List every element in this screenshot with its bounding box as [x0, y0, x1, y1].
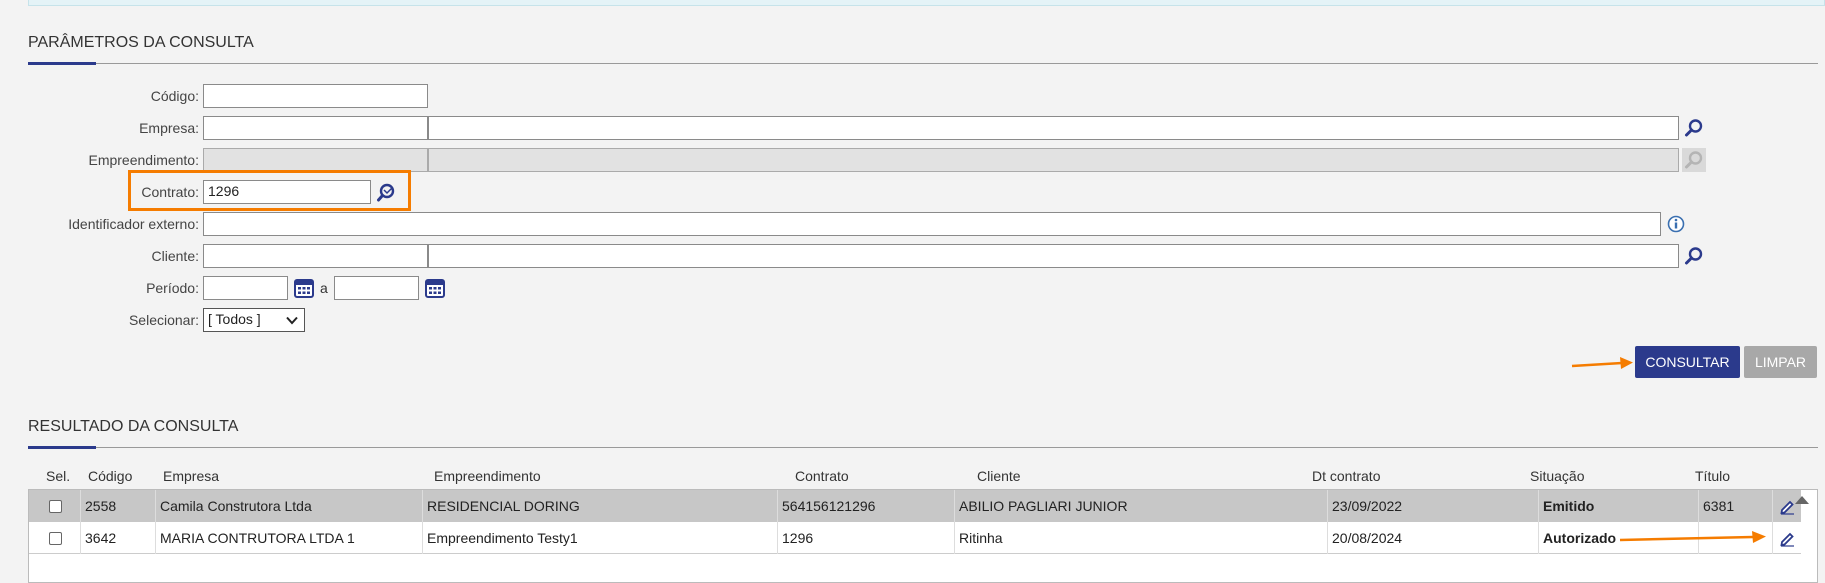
params-title-text: PARÂMETROS DA CONSULTA [28, 34, 254, 51]
contrato-search-icon[interactable] [375, 180, 399, 204]
selecionar-select[interactable]: [ Todos ] [203, 308, 305, 332]
cliente-label: Cliente: [151, 248, 199, 264]
info-icon[interactable] [1664, 212, 1688, 236]
cell-cliente: Ritinha [954, 522, 1327, 554]
codigo-label: Código: [150, 88, 199, 104]
cell-codigo: 3642 [80, 522, 155, 554]
title-accent [28, 62, 96, 65]
empreendimento-search-icon [1682, 148, 1706, 172]
cell-codigo: 2558 [80, 490, 155, 522]
selecionar-label: Selecionar: [128, 312, 199, 328]
empresa-name-input[interactable] [428, 116, 1679, 140]
empreendimento-label: Empreendimento: [88, 152, 199, 168]
arrow-annotation [1619, 531, 1766, 543]
empresa-code-input[interactable] [203, 116, 428, 140]
calendar-icon[interactable] [423, 276, 447, 300]
cell-cliente: ABILIO PAGLIARI JUNIOR [954, 490, 1327, 522]
limpar-button[interactable]: LIMPAR [1744, 346, 1817, 378]
empresa-search-icon[interactable] [1682, 116, 1706, 140]
cell-empresa: MARIA CONTRUTORA LTDA 1 [155, 522, 422, 554]
periodo-fim-input[interactable] [334, 276, 419, 300]
results-section-title: RESULTADO DA CONSULTA [28, 418, 1818, 449]
col-header-sel: Sel. [46, 468, 71, 484]
col-header-empreendimento[interactable]: Empreendimento [434, 468, 541, 484]
cell-empreendimento: RESIDENCIAL DORING [422, 490, 777, 522]
cell-empresa: Camila Construtora Ltda [155, 490, 422, 522]
empresa-label: Empresa: [139, 120, 199, 136]
cell-dt-contrato: 20/08/2024 [1327, 522, 1538, 554]
table-row[interactable]: 2558 Camila Construtora Ltda RESIDENCIAL… [29, 490, 1801, 522]
periodo-separator: a [320, 280, 328, 296]
cliente-search-icon[interactable] [1682, 244, 1706, 268]
contrato-label: Contrato: [141, 184, 199, 200]
cell-contrato: 564156121296 [777, 490, 954, 522]
calendar-icon[interactable] [292, 276, 316, 300]
cell-situacao: Emitido [1538, 490, 1698, 522]
codigo-input[interactable] [203, 84, 428, 108]
col-header-situacao[interactable]: Situação [1530, 468, 1584, 484]
info-banner [28, 0, 1825, 6]
cliente-name-input[interactable] [428, 244, 1679, 268]
scroll-up-icon[interactable] [1795, 496, 1809, 504]
params-section-title: PARÂMETROS DA CONSULTA [28, 34, 1818, 65]
results-title-text: RESULTADO DA CONSULTA [28, 418, 239, 435]
cell-empreendimento: Empreendimento Testy1 [422, 522, 777, 554]
periodo-inicio-input[interactable] [203, 276, 288, 300]
identificador-input[interactable] [203, 212, 1661, 236]
contrato-input[interactable]: 1296 [203, 180, 371, 204]
col-header-titulo[interactable]: Título [1695, 468, 1730, 484]
identificador-label: Identificador externo: [68, 216, 199, 232]
consultar-button[interactable]: CONSULTAR [1635, 346, 1740, 378]
title-accent [28, 446, 96, 449]
row-select-checkbox[interactable] [49, 500, 62, 513]
col-header-codigo[interactable]: Código [88, 468, 132, 484]
empreendimento-name-input [428, 148, 1679, 172]
col-header-dt-contrato[interactable]: Dt contrato [1312, 468, 1380, 484]
periodo-label: Período: [146, 280, 199, 296]
col-header-empresa[interactable]: Empresa [163, 468, 219, 484]
edit-icon[interactable] [1772, 522, 1801, 554]
edit-icon[interactable] [1772, 490, 1801, 522]
row-select-checkbox[interactable] [49, 532, 62, 545]
arrow-annotation [1571, 357, 1633, 369]
col-header-contrato[interactable]: Contrato [795, 468, 849, 484]
cell-dt-contrato: 23/09/2022 [1327, 490, 1538, 522]
cell-contrato: 1296 [777, 522, 954, 554]
empreendimento-code-input [203, 148, 428, 172]
results-table: 2558 Camila Construtora Ltda RESIDENCIAL… [28, 489, 1818, 583]
chevron-down-icon [286, 316, 298, 325]
cliente-code-input[interactable] [203, 244, 428, 268]
selecionar-value: [ Todos ] [208, 311, 261, 327]
col-header-cliente[interactable]: Cliente [977, 468, 1021, 484]
table-row[interactable]: 3642 MARIA CONTRUTORA LTDA 1 Empreendime… [29, 522, 1801, 554]
cell-titulo: 6381 [1698, 490, 1772, 522]
